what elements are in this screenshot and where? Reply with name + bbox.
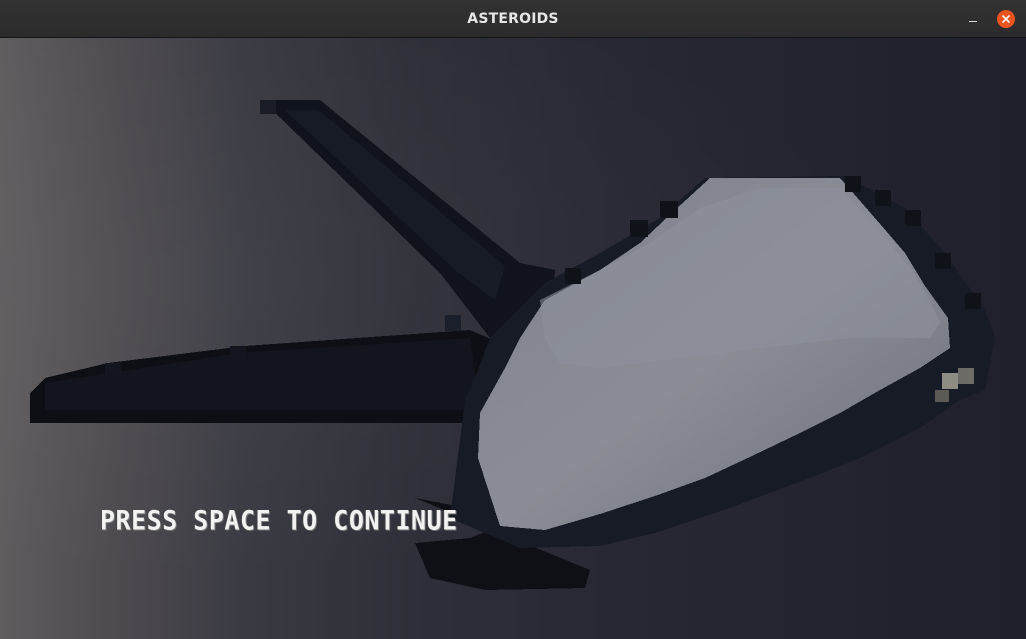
spaceship-icon [30,100,995,590]
close-icon [1002,15,1010,23]
window-title: ASTEROIDS [467,11,559,27]
game-canvas[interactable]: PRESS SPACE TO CONTINUE [0,38,1026,639]
press-space-prompt: PRESS SPACE TO CONTINUE [100,505,458,536]
app-window: ASTEROIDS PRESS SPACE TO CONTINUE [0,0,1026,639]
minimize-button[interactable] [960,9,984,29]
title-bar[interactable]: ASTEROIDS [0,0,1026,38]
close-button[interactable] [997,10,1015,28]
